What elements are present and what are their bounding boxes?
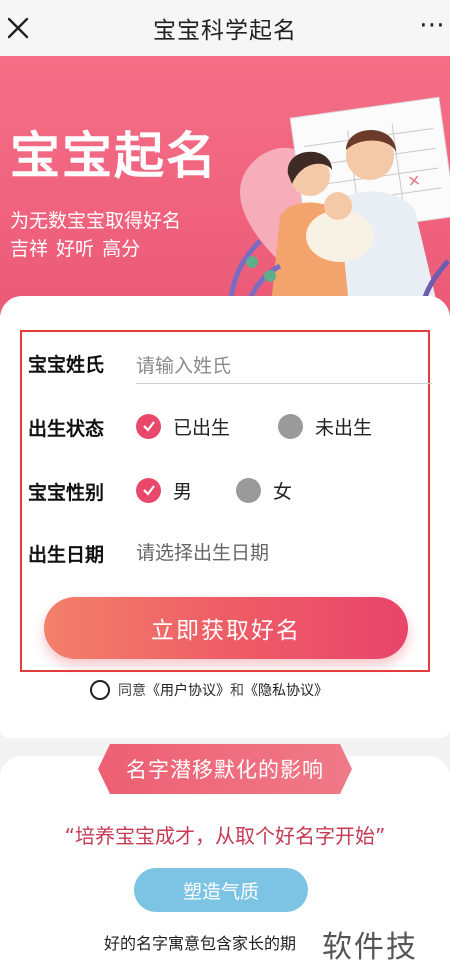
navigation-bar: 宝宝科学起名 ⋯	[0, 0, 450, 56]
privacy-policy-link[interactable]: 《隐私协议》	[244, 680, 328, 700]
radio-female[interactable]: 女	[236, 476, 292, 504]
agreement-prefix: 同意	[118, 683, 146, 699]
name-form-card: 宝宝姓氏 出生状态 已出生 未出生 宝宝性别 男 女 出生日期 请选择出生日期 …	[0, 296, 450, 738]
radio-male-label: 男	[173, 480, 193, 503]
agreement-conjunction: 和	[230, 683, 244, 699]
radio-male[interactable]: 男	[136, 476, 192, 504]
watermark: 软件技巧	[318, 922, 450, 976]
check-icon	[136, 413, 161, 439]
surname-label: 宝宝姓氏	[28, 354, 105, 376]
radio-circle-icon	[278, 413, 303, 439]
section-ribbon-title: 名字潜移默化的影响	[98, 744, 352, 794]
radio-circle-icon	[236, 477, 261, 503]
slogan: “培养宝宝成才，从取个好名字开始”	[64, 824, 386, 848]
birth-date-label: 出生日期	[28, 544, 105, 566]
radio-female-label: 女	[273, 480, 293, 503]
agreement-row: 同意 《用户协议》 和 《隐私协议》	[90, 678, 328, 702]
influence-section: 名字潜移默化的影响 “培养宝宝成才，从取个好名字开始” 塑造气质 好的名字寓意包…	[0, 744, 450, 976]
radio-born[interactable]: 已出生	[136, 412, 230, 440]
radio-unborn[interactable]: 未出生	[278, 412, 372, 440]
radio-born-label: 已出生	[173, 416, 231, 439]
birth-status-label: 出生状态	[28, 418, 105, 440]
hero-banner: 宝宝起名 为无数宝宝取得好名 吉祥 好听 高分	[0, 56, 450, 316]
page-title: 宝宝科学起名	[153, 18, 297, 44]
agreement-checkbox[interactable]	[90, 680, 110, 700]
get-name-button[interactable]: 立即获取好名	[44, 597, 408, 659]
check-icon	[136, 477, 161, 503]
family-illustration	[227, 96, 450, 316]
close-icon[interactable]	[0, 8, 36, 48]
hero-title: 宝宝起名	[10, 127, 218, 185]
gender-label: 宝宝性别	[28, 482, 105, 504]
surname-input[interactable]	[136, 348, 432, 384]
name-form: 宝宝姓氏 出生状态 已出生 未出生 宝宝性别 男 女 出生日期 请选择出生日期 …	[20, 330, 432, 672]
radio-unborn-label: 未出生	[315, 416, 373, 439]
user-agreement-link[interactable]: 《用户协议》	[146, 680, 230, 700]
more-icon[interactable]: ⋯	[418, 10, 446, 46]
hero-subtitle-1: 为无数宝宝取得好名	[10, 210, 182, 232]
temperament-button[interactable]: 塑造气质	[134, 868, 308, 912]
birth-date-picker[interactable]: 请选择出生日期	[136, 538, 269, 565]
section-body-text: 好的名字寓意包含家长的期	[104, 934, 297, 953]
hero-subtitle-2: 吉祥 好听 高分	[10, 238, 141, 260]
